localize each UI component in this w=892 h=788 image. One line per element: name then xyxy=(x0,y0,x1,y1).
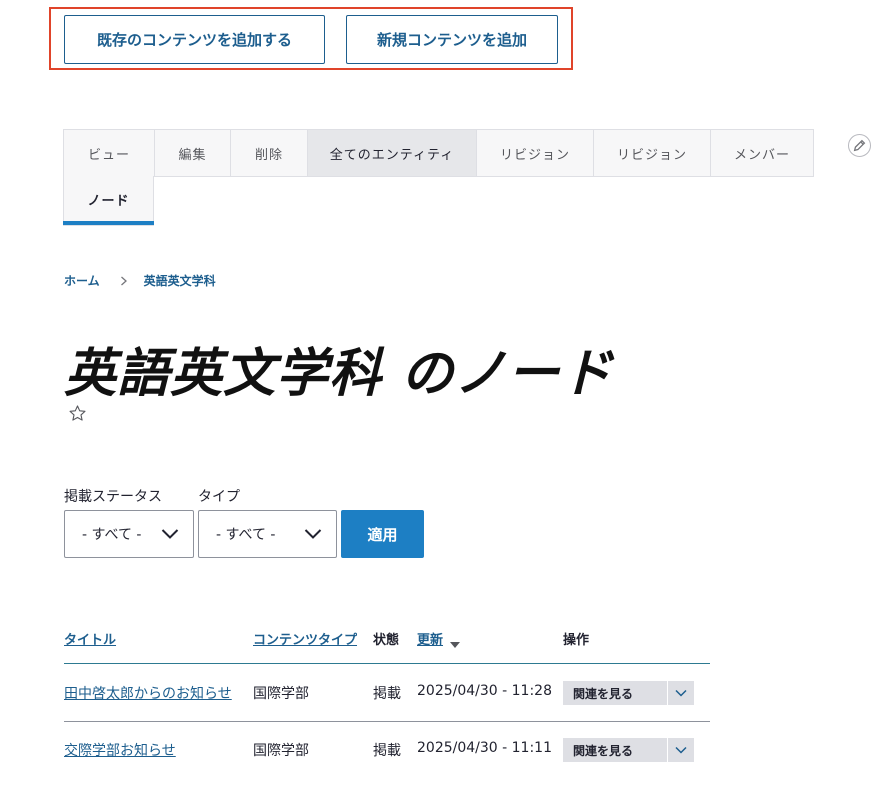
apply-button[interactable]: 適用 xyxy=(341,510,424,558)
row-content-type: 国際学部 xyxy=(253,686,309,702)
row-title-link[interactable]: 交際学部お知らせ xyxy=(64,740,176,760)
table-row-divider xyxy=(64,721,710,722)
page-title: 英語英文学科 のノード xyxy=(64,344,614,404)
chevron-down-icon xyxy=(161,529,179,539)
row-status: 掲載 xyxy=(373,686,401,702)
type-filter-value: - すべて - xyxy=(216,527,276,543)
tab-edit[interactable]: 編集 xyxy=(155,130,231,176)
row-content-type: 国際学部 xyxy=(253,743,309,759)
status-filter-value: - すべて - xyxy=(82,527,142,543)
view-relations-button[interactable]: 関連を見る xyxy=(563,681,667,705)
chevron-down-icon xyxy=(304,529,322,539)
row-operations: 関連を見る xyxy=(563,738,694,762)
tab-nodes[interactable]: ノード xyxy=(64,176,153,222)
breadcrumb-home[interactable]: ホーム xyxy=(64,272,100,289)
active-tab-indicator xyxy=(63,221,154,225)
chevron-down-icon xyxy=(675,746,687,754)
column-header-title[interactable]: タイトル xyxy=(64,629,116,648)
tab-revisions-2[interactable]: リビジョン xyxy=(594,130,711,176)
row-updated: 2025/04/30 - 11:28 xyxy=(417,683,552,699)
status-filter-select[interactable]: - すべて - xyxy=(64,510,194,558)
breadcrumb: ホーム 英語英文学科 xyxy=(64,272,216,289)
add-new-content-button[interactable]: 新規コンテンツを追加 xyxy=(346,15,558,64)
row-title-link[interactable]: 田中啓太郎からのお知らせ xyxy=(64,683,232,703)
column-header-status: 状態 xyxy=(373,633,400,648)
chevron-down-icon xyxy=(675,689,687,697)
tab-delete[interactable]: 削除 xyxy=(231,130,308,176)
tab-revisions[interactable]: リビジョン xyxy=(477,130,594,176)
type-filter-label: タイプ xyxy=(198,489,240,505)
table-header-divider xyxy=(64,663,710,664)
star-icon[interactable] xyxy=(68,404,87,427)
operations-toggle[interactable] xyxy=(668,738,694,762)
row-status: 掲載 xyxy=(373,743,401,759)
breadcrumb-current[interactable]: 英語英文学科 xyxy=(144,272,216,289)
status-filter-label: 掲載ステータス xyxy=(64,489,162,505)
tab-all-entities[interactable]: 全てのエンティティ xyxy=(308,130,477,176)
column-header-updated[interactable]: 更新 xyxy=(417,629,443,648)
row-updated: 2025/04/30 - 11:11 xyxy=(417,740,552,756)
row-operations: 関連を見る xyxy=(563,681,694,705)
view-relations-button[interactable]: 関連を見る xyxy=(563,738,667,762)
operations-toggle[interactable] xyxy=(668,681,694,705)
pencil-icon[interactable] xyxy=(848,134,871,157)
type-filter-select[interactable]: - すべて - xyxy=(198,510,337,558)
chevron-right-icon xyxy=(120,276,128,286)
tab-members[interactable]: メンバー xyxy=(711,130,813,176)
secondary-tabs: ノード xyxy=(63,176,154,226)
column-header-operations: 操作 xyxy=(563,633,590,648)
sort-desc-icon xyxy=(450,634,460,653)
primary-tabs: ビュー 編集 削除 全てのエンティティ リビジョン リビジョン メンバー xyxy=(63,129,814,177)
add-existing-content-button[interactable]: 既存のコンテンツを追加する xyxy=(64,15,325,64)
column-header-content-type[interactable]: コンテンツタイプ xyxy=(253,629,357,648)
tab-view[interactable]: ビュー xyxy=(64,130,155,176)
